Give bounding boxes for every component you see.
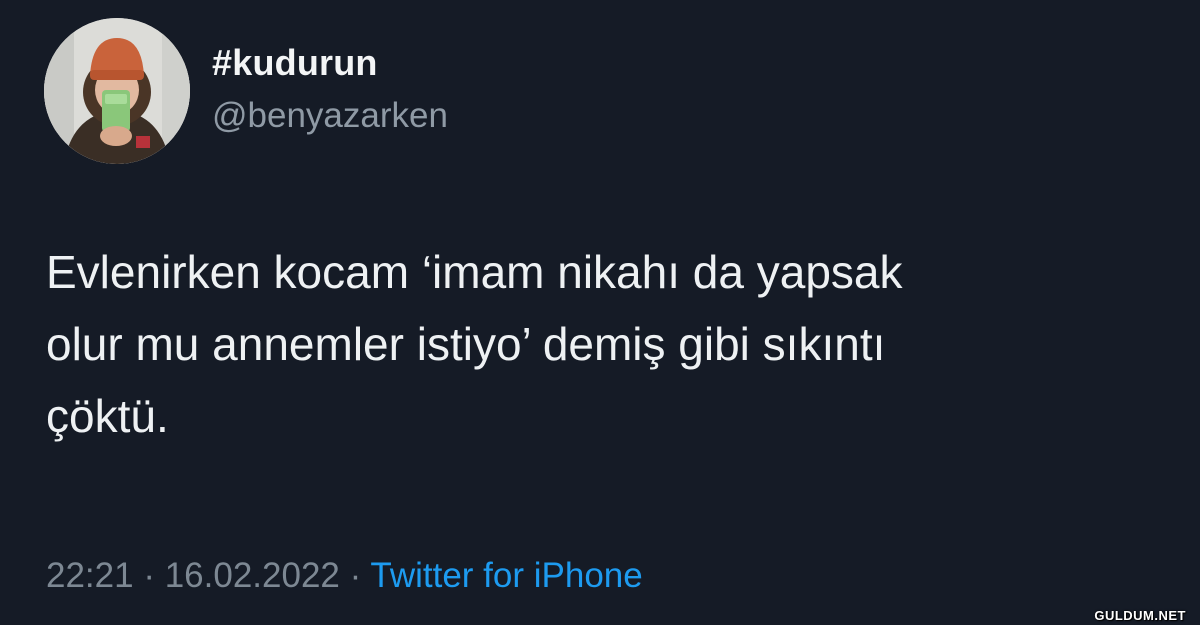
- meta-separator: ·: [143, 556, 155, 595]
- user-handle[interactable]: @benyazarken: [212, 96, 448, 136]
- tweet-text-line: olur mu annemler istiyo’ demiş gibi sıkı…: [46, 318, 886, 370]
- tweet-text-line: çöktü.: [46, 390, 169, 442]
- watermark: GULDUM.NET: [1094, 608, 1186, 623]
- avatar-photo-icon: [44, 18, 190, 164]
- tweet-meta: 22:21 · 16.02.2022 · Twitter for iPhone: [46, 556, 643, 596]
- tweet-time[interactable]: 22:21: [46, 556, 134, 595]
- tweet-text: Evlenirken kocam ‘imam nikahı da yapsak …: [46, 236, 1186, 452]
- display-name[interactable]: #kudurun: [212, 42, 378, 84]
- tweet-text-line: Evlenirken kocam ‘imam nikahı da yapsak: [46, 246, 903, 298]
- meta-separator: ·: [349, 556, 362, 595]
- avatar[interactable]: [44, 18, 190, 164]
- tweet-source-link[interactable]: Twitter for iPhone: [370, 556, 642, 595]
- tweet-card: #kudurun @benyazarken Evlenirken kocam ‘…: [0, 0, 1200, 625]
- tweet-date[interactable]: 16.02.2022: [165, 556, 340, 595]
